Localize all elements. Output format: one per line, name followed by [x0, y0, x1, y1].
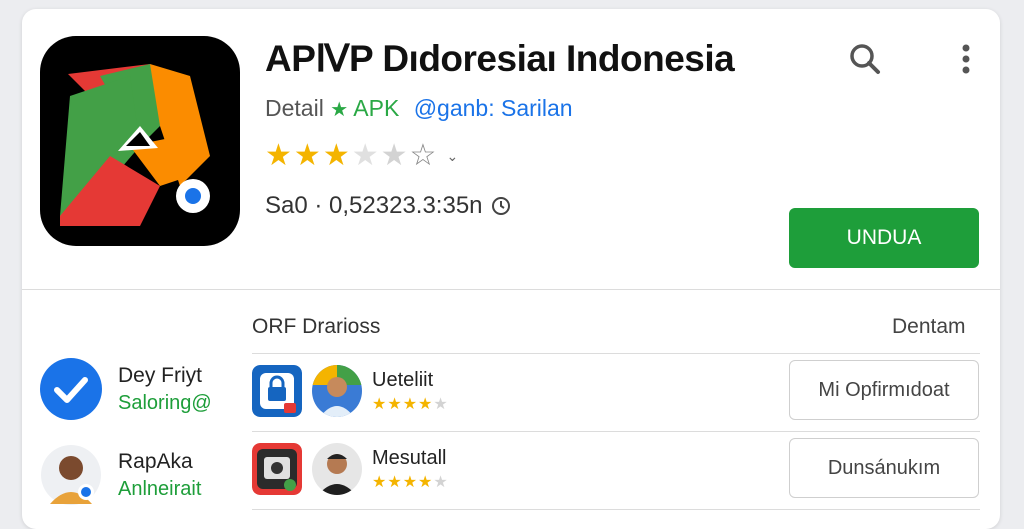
section-link[interactable]: Dentam: [892, 315, 966, 339]
star-icon: ★: [265, 139, 292, 172]
list-item-rating: ★★★★★: [372, 395, 449, 413]
side-user-item[interactable]: Dey Friyt Saloring@: [40, 358, 212, 420]
rating-stars[interactable]: ★ ★ ★ ★ ★ ☆ ⌄: [265, 141, 458, 171]
side-user-name: Dey Friyt: [118, 363, 202, 387]
apk-star-icon: ★: [330, 99, 349, 121]
clock-icon: [491, 197, 510, 215]
avatar: [312, 365, 362, 417]
row-divider: [252, 431, 980, 432]
meta-text: Sa0 · 0,52323.3:35n: [265, 192, 483, 219]
list-item-rating: ★★★★★: [372, 473, 449, 491]
more-options-button[interactable]: [952, 39, 980, 79]
detail-label: Detail: [265, 95, 324, 121]
star-icon: ★: [322, 139, 350, 172]
install-button[interactable]: UNDUA: [789, 208, 979, 268]
side-user-name: RapAka: [118, 449, 193, 473]
more-vert-icon: [962, 44, 970, 74]
search-icon: [850, 44, 880, 74]
list-item[interactable]: Mesutall ★★★★★: [252, 443, 449, 495]
app-subtitle: Detail ★ APK @ganb: Sarilan: [265, 95, 573, 122]
side-user-sub: Saloring@: [118, 391, 212, 414]
app-title: APⅣP Dıdoresiaı Indonesia: [265, 38, 735, 79]
star-icon: ★: [293, 139, 321, 172]
lock-app-icon: [252, 365, 302, 417]
side-user-item[interactable]: RapAka Anlneirait: [40, 444, 201, 506]
app-meta: Sa0 · 0,52323.3:35n: [265, 192, 511, 220]
avatar: [40, 444, 102, 506]
star-empty-icon: ★: [380, 139, 408, 172]
app-detail-card: APⅣP Dıdoresiaı Indonesia Detail ★ APK @…: [22, 9, 1000, 529]
app-logo-icon: [40, 36, 240, 246]
side-user-sub: Anlneirait: [118, 477, 202, 500]
list-item-action-button[interactable]: Dunsánukım: [789, 438, 979, 498]
section-title: ORF Drarioss: [252, 315, 381, 338]
apk-badge: APK: [353, 95, 400, 121]
camera-app-icon: [252, 443, 302, 495]
chevron-down-icon[interactable]: ⌄: [446, 148, 458, 165]
star-empty-icon: ★: [351, 139, 379, 172]
row-divider: [252, 353, 980, 354]
list-item-name: Mesutall: [372, 446, 447, 469]
section-divider: [22, 289, 1000, 290]
star-outline-icon: ☆: [409, 139, 437, 172]
verified-check-icon: [40, 358, 102, 420]
row-divider: [252, 509, 980, 510]
list-item-action-button[interactable]: Mi Opfirmıdoat: [789, 360, 979, 420]
list-item[interactable]: Ueteliit ★★★★★: [252, 365, 449, 417]
search-button[interactable]: [845, 39, 885, 79]
avatar: [312, 443, 362, 495]
list-item-name: Ueteliit: [372, 368, 434, 391]
developer-link[interactable]: @ganb: Sarilan: [414, 95, 573, 121]
